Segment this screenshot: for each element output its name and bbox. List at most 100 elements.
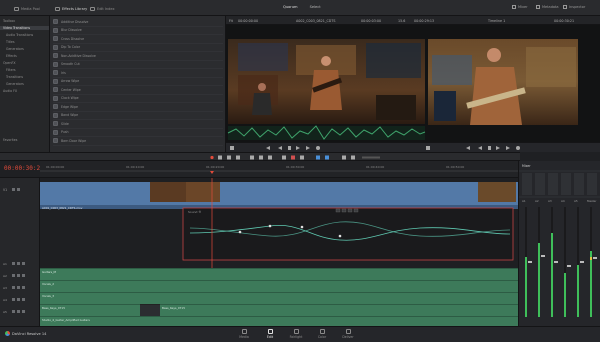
solo-icon[interactable]: [17, 262, 20, 265]
lock-icon[interactable]: [12, 298, 15, 301]
lock-icon[interactable]: [12, 310, 15, 313]
program-jump-end-icon[interactable]: [506, 146, 510, 150]
blade-tool-icon[interactable]: [236, 155, 240, 160]
solo-icon[interactable]: [17, 274, 20, 277]
list-item[interactable]: Arrow Wipe: [53, 78, 223, 86]
insert-clip-icon[interactable]: [250, 155, 254, 160]
list-item[interactable]: Blur Dissolve: [53, 27, 223, 35]
media-pool-tab[interactable]: Media Pool: [14, 5, 40, 12]
audio-clip[interactable]: Vocals_3: [40, 292, 518, 304]
source-view-options-icon[interactable]: [230, 146, 234, 150]
keyframe-tool-icon[interactable]: [353, 208, 359, 213]
program-play-reverse-icon[interactable]: [478, 146, 482, 150]
keyframe-tool-icon[interactable]: [335, 208, 341, 213]
linked-selection-icon[interactable]: [291, 155, 295, 160]
program-viewer[interactable]: [428, 39, 578, 125]
jump-start-icon[interactable]: [266, 146, 270, 150]
effects-library-tab[interactable]: Effects Library: [55, 5, 87, 12]
fader-knob[interactable]: [528, 261, 532, 263]
fader-knob[interactable]: [567, 265, 571, 267]
audio-track-label-a4[interactable]: A4: [3, 298, 7, 302]
list-item[interactable]: Non-Additive Dissolve: [53, 52, 223, 61]
keyframe-point[interactable]: [300, 225, 304, 229]
lock-icon[interactable]: [12, 262, 15, 265]
tree-item[interactable]: Audio FX: [3, 89, 17, 93]
lock-icon[interactable]: [12, 274, 15, 277]
channel-strip[interactable]: [522, 173, 532, 195]
solo-icon[interactable]: [17, 298, 20, 301]
favorites-label[interactable]: Favorites: [3, 138, 17, 142]
audio-clip[interactable]: Guitars_M: [40, 268, 518, 280]
fader-knob[interactable]: [593, 257, 597, 259]
solo-icon[interactable]: [17, 310, 20, 313]
overwrite-clip-icon[interactable]: [259, 155, 263, 160]
position-lock-icon[interactable]: [300, 155, 304, 160]
playhead-marker-icon[interactable]: [210, 171, 214, 174]
lock-icon[interactable]: [12, 286, 15, 289]
source-viewer[interactable]: [228, 39, 425, 124]
fader-knob[interactable]: [541, 255, 545, 257]
channel-strip[interactable]: [548, 173, 558, 195]
play-reverse-icon[interactable]: [278, 146, 282, 150]
keyframe-tool-icon[interactable]: [341, 208, 347, 213]
edit-index-tab[interactable]: Edit Index: [90, 5, 115, 12]
channel-strip[interactable]: [574, 173, 584, 195]
flag-icon[interactable]: [316, 155, 320, 160]
program-stop-icon[interactable]: [488, 146, 491, 150]
solo-icon[interactable]: [17, 286, 20, 289]
list-item[interactable]: Iris: [53, 69, 223, 78]
selection-tool-icon[interactable]: [218, 155, 222, 160]
timeline-ruler[interactable]: 01:00:00:00 01:00:10:00 01:00:20:00 01:0…: [40, 161, 518, 178]
tree-item[interactable]: Generators: [6, 82, 24, 86]
mixer-tab[interactable]: Mixer: [512, 5, 528, 9]
mute-icon[interactable]: [22, 298, 25, 301]
page-deliver-button[interactable]: Deliver: [340, 329, 356, 341]
timeline-timecode[interactable]: 00:00:30:21: [4, 165, 44, 172]
audio-clip[interactable]: Bass_Keys_0715: [40, 304, 140, 316]
zoom-slider[interactable]: [362, 156, 380, 159]
marker-icon[interactable]: [325, 155, 329, 160]
page-fairlight-button[interactable]: Fairlight: [288, 329, 304, 341]
audio-track-label-a5[interactable]: A5: [3, 310, 7, 314]
loop-icon[interactable]: [316, 146, 320, 150]
trim-tool-icon[interactable]: [227, 155, 231, 160]
channel-strip[interactable]: [561, 173, 571, 195]
keyframe-point[interactable]: [268, 224, 272, 228]
tree-item[interactable]: OpenFX: [3, 61, 16, 65]
tree-item[interactable]: Generators: [6, 47, 24, 51]
list-item[interactable]: Smooth Cut: [53, 61, 223, 69]
stop-icon[interactable]: [288, 146, 291, 150]
zoom-out-icon[interactable]: [351, 155, 355, 160]
fader-knob[interactable]: [580, 261, 584, 263]
channel-strip[interactable]: [587, 173, 597, 195]
list-item[interactable]: Slide: [53, 120, 223, 129]
audio-clip[interactable]: Bass_Keys_0715: [160, 304, 518, 316]
tree-item[interactable]: Toolbox: [3, 19, 15, 23]
lock-icon[interactable]: [12, 188, 15, 191]
list-item[interactable]: Additive Dissolve: [53, 18, 223, 27]
audio-clip[interactable]: Vocals_2: [40, 280, 518, 292]
list-item[interactable]: Band Wipe: [53, 112, 223, 120]
channel-strip[interactable]: [535, 173, 545, 195]
jump-end-icon[interactable]: [306, 146, 310, 150]
audio-clip[interactable]: Studio_4_Guitar_Amplified Guitars: [40, 316, 518, 326]
snapping-icon[interactable]: [282, 155, 286, 160]
list-item[interactable]: Barn Door Wipe: [53, 137, 223, 146]
tree-item[interactable]: Audio Transitions: [6, 33, 33, 37]
list-item[interactable]: Edge Wipe: [53, 103, 223, 112]
audio-track-label-a1[interactable]: A1: [3, 262, 7, 266]
program-view-options-icon[interactable]: [426, 146, 430, 150]
tree-item[interactable]: Filters: [6, 68, 16, 72]
replace-clip-icon[interactable]: [268, 155, 272, 160]
zoom-in-icon[interactable]: [342, 155, 346, 160]
tree-item-selected[interactable]: Video Transitions: [0, 26, 49, 30]
list-item[interactable]: Clock Wipe: [53, 95, 223, 103]
keyframe-point[interactable]: [238, 230, 242, 234]
mute-icon[interactable]: [22, 310, 25, 313]
mute-icon[interactable]: [22, 274, 25, 277]
list-item[interactable]: Push: [53, 129, 223, 137]
tree-item[interactable]: Effects: [6, 54, 17, 58]
mute-icon[interactable]: [22, 262, 25, 265]
video-track-label[interactable]: V1: [3, 188, 7, 192]
tree-item[interactable]: Titles: [6, 40, 15, 44]
